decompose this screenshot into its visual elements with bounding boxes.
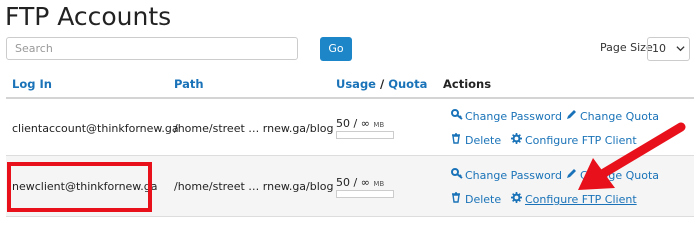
annotation-arrow (578, 122, 686, 190)
